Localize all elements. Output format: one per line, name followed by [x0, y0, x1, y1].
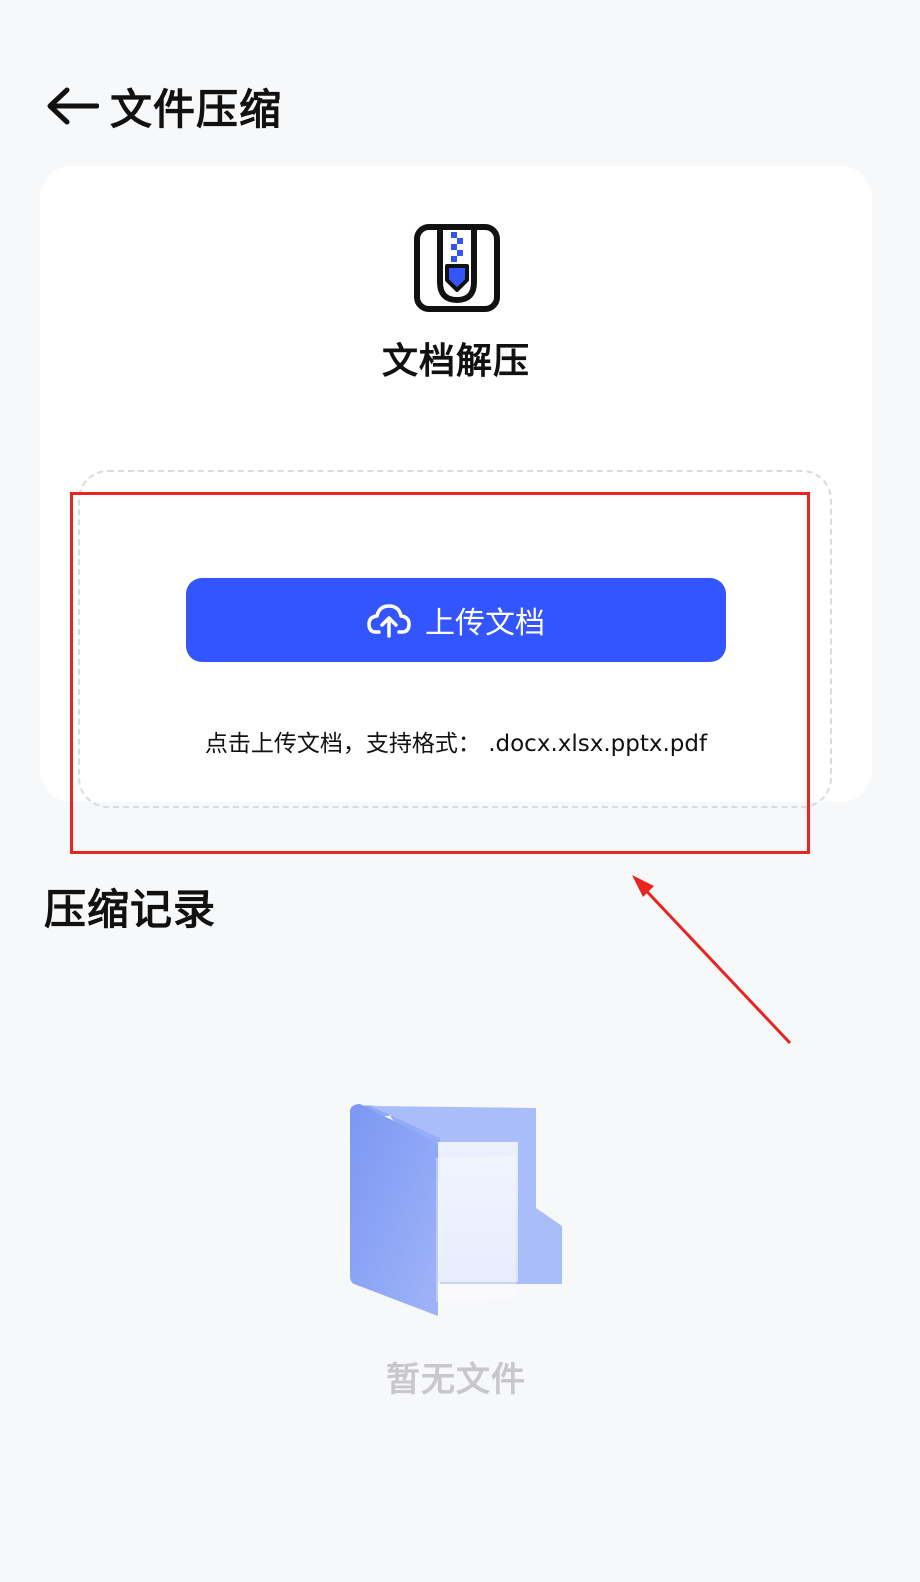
records-title: 压缩记录 — [44, 885, 217, 934]
zip-file-icon — [414, 224, 500, 312]
empty-state-text: 暂无文件 — [386, 1360, 526, 1400]
upload-document-button[interactable]: 上传文档 — [186, 578, 726, 662]
upload-button-label: 上传文档 — [425, 606, 545, 641]
arrow-left-icon — [47, 87, 99, 125]
page-title: 文件压缩 — [110, 84, 283, 134]
back-button[interactable] — [44, 78, 100, 134]
empty-folder-icon — [350, 1104, 562, 1316]
upload-hint: 点击上传文档，支持格式： .docx.xlsx.pptx.pdf — [204, 731, 708, 757]
cloud-upload-icon — [367, 604, 411, 638]
annotation-arrow — [632, 875, 792, 1045]
header: 文件压缩 — [44, 78, 282, 134]
tool-title: 文档解压 — [381, 341, 530, 382]
